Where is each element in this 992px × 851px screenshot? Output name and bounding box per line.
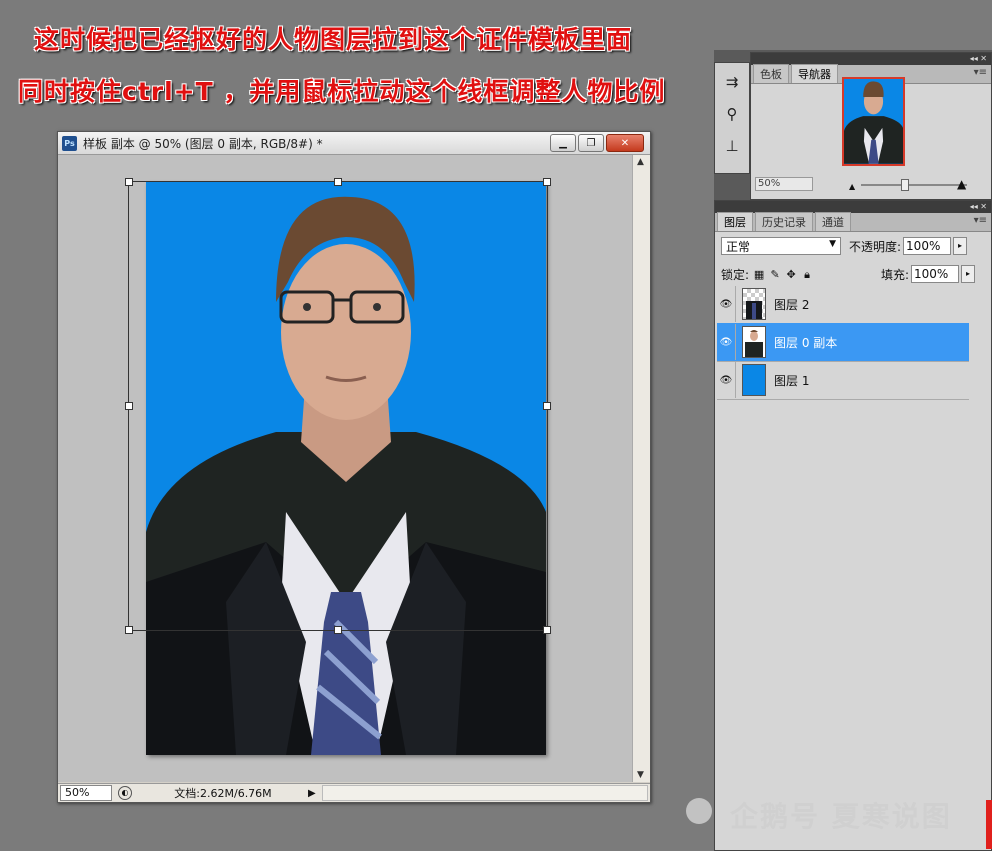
chevron-down-icon: ▼ (829, 239, 836, 249)
navigator-panel: ◂◂ ✕ 色板 导航器 ▾≡ 50% ▲ ▲ (750, 52, 992, 200)
transform-handle-bottom[interactable] (334, 626, 342, 634)
collapsed-tool-strip: ⇉ ⚲ ⊥ (714, 62, 750, 174)
transform-handle-top[interactable] (334, 178, 342, 186)
document-titlebar[interactable]: Ps 样板 副本 @ 50% (图层 0 副本, RGB/8#) * ▁ ❐ ✕ (58, 132, 650, 155)
tab-layers[interactable]: 图层 (717, 212, 753, 231)
navigator-preview[interactable] (842, 77, 905, 166)
brush-preset-icon[interactable]: ⇉ (721, 73, 743, 95)
horizontal-scrollbar[interactable] (322, 785, 648, 801)
document-title: 样板 副本 @ 50% (图层 0 副本, RGB/8#) * (83, 136, 323, 151)
restore-button[interactable]: ❐ (578, 134, 604, 152)
blend-mode-value: 正常 (726, 239, 751, 254)
opacity-field[interactable]: 100% (903, 237, 952, 255)
fill-field[interactable]: 100% (911, 265, 959, 283)
layer-name: 图层 1 (774, 373, 810, 388)
scroll-up-icon[interactable]: ▲ (637, 157, 644, 167)
scroll-down-icon[interactable]: ▼ (637, 770, 644, 780)
blend-mode-select[interactable]: 正常 ▼ (721, 237, 841, 255)
caption-line-1: 这时候把已经抠好的人物图层拉到这个证件模板里面 (34, 25, 633, 54)
status-info-icon[interactable]: ◐ (118, 786, 132, 800)
lock-pixels-icon[interactable]: ✎ (769, 268, 781, 281)
photoshop-app-icon: Ps (62, 135, 77, 151)
clone-source-icon[interactable]: ⚲ (721, 105, 743, 127)
zoom-in-icon[interactable]: ▲ (957, 177, 966, 191)
caption-line-2: 同时按住ctrl+T ，并用鼠标拉动这个线框调整人物比例 (18, 77, 666, 106)
lock-position-icon[interactable]: ✥ (785, 268, 797, 281)
status-menu-arrow-icon[interactable]: ▶ (308, 788, 320, 799)
lock-transparent-icon[interactable]: ▦ (753, 268, 765, 281)
blend-row: 正常 ▼ 不透明度: 100% ▸ (715, 232, 991, 260)
vertical-scrollbar[interactable]: ▲ ▼ (632, 155, 650, 782)
layer-row[interactable]: 👁︎ 图层 2 (717, 285, 969, 324)
minimize-button[interactable]: ▁ (550, 134, 576, 152)
transform-handle-top-left[interactable] (125, 178, 133, 186)
navigator-zoom-field[interactable]: 50% (755, 177, 813, 191)
zoom-out-icon[interactable]: ▲ (849, 182, 855, 191)
canvas-area[interactable] (58, 155, 632, 782)
lock-all-icon[interactable]: 🔒︎ (801, 268, 813, 281)
lock-row: 锁定: ▦ ✎ ✥ 🔒︎ 填充: 100% ▸ (715, 260, 991, 288)
stamp-tool-icon[interactable]: ⊥ (721, 137, 743, 159)
lock-label: 锁定: (721, 267, 750, 282)
penguin-logo-icon (686, 798, 712, 824)
panel-menu-icon[interactable]: ▾≡ (974, 67, 987, 78)
layers-panel-menu-icon[interactable]: ▾≡ (974, 215, 987, 226)
fill-slider-arrow-icon[interactable]: ▸ (961, 265, 975, 283)
layers-panel: ◂◂ ✕ 图层 历史记录 通道 ▾≡ 正常 ▼ 不透明度: 100% ▸ 锁定:… (714, 200, 992, 851)
eye-visibility-icon[interactable]: 👁︎ (717, 362, 736, 398)
layer-name: 图层 2 (774, 297, 810, 312)
transform-handle-right[interactable] (543, 402, 551, 410)
zoom-slider[interactable] (861, 184, 967, 186)
document-size-info: 文档:2.62M/6.76M (174, 787, 272, 800)
layer-name: 图层 0 副本 (774, 335, 838, 350)
zoom-slider-knob[interactable] (901, 179, 909, 191)
watermark-text: 企鹅号 夏寒说图 (730, 800, 952, 833)
document-window[interactable]: Ps 样板 副本 @ 50% (图层 0 副本, RGB/8#) * ▁ ❐ ✕ (57, 131, 651, 803)
transform-handle-bottom-left[interactable] (125, 626, 133, 634)
status-bar: 50% ◐ 文档:2.62M/6.76M ▶ (58, 783, 650, 802)
layer-row[interactable]: 👁︎ 图层 1 (717, 361, 969, 400)
eye-visibility-icon[interactable]: 👁︎ (717, 286, 736, 322)
free-transform-box[interactable] (125, 178, 551, 634)
tab-navigator[interactable]: 导航器 (791, 64, 838, 83)
tab-history[interactable]: 历史记录 (755, 212, 813, 231)
opacity-slider-arrow-icon[interactable]: ▸ (953, 237, 968, 255)
layer-row-selected[interactable]: 👁︎ 图层 0 副本 (717, 323, 969, 362)
transform-handle-left[interactable] (125, 402, 133, 410)
close-button[interactable]: ✕ (606, 134, 644, 152)
tab-channels[interactable]: 通道 (815, 212, 851, 231)
fill-label: 填充: (880, 267, 909, 282)
opacity-label: 不透明度: (849, 239, 902, 254)
eye-visibility-icon[interactable]: 👁︎ (717, 324, 736, 360)
layer-thumbnail (742, 326, 766, 358)
transform-handle-bottom-right[interactable] (543, 626, 551, 634)
zoom-field[interactable]: 50% (60, 785, 112, 801)
layer-thumbnail (742, 364, 766, 396)
transform-handle-top-right[interactable] (543, 178, 551, 186)
red-edge-bar (986, 800, 992, 849)
layer-thumbnail (742, 288, 766, 320)
tab-swatches[interactable]: 色板 (753, 64, 789, 83)
